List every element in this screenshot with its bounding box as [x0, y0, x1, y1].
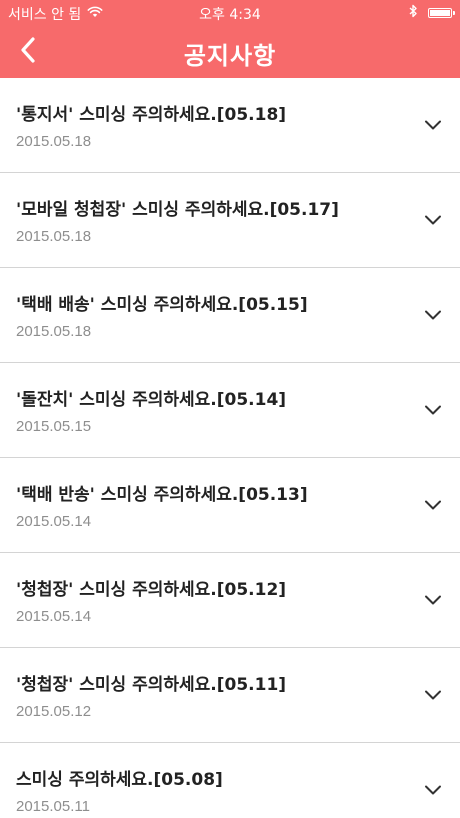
notice-item[interactable]: '청첩장' 스미싱 주의하세요.[05.12] 2015.05.14 [0, 553, 460, 648]
notice-item[interactable]: '택배 반송' 스미싱 주의하세요.[05.13] 2015.05.14 [0, 458, 460, 553]
page-title: 공지사항 [183, 42, 277, 70]
notice-item[interactable]: '통지서' 스미싱 주의하세요.[05.18] 2015.05.18 [0, 78, 460, 173]
battery-level [430, 10, 450, 16]
notice-date: 2015.05.18 [16, 323, 92, 340]
notice-title: '청첩장' 스미싱 주의하세요.[05.12] [16, 580, 287, 600]
notice-date: 2015.05.12 [16, 703, 92, 720]
chevron-down-icon[interactable] [424, 306, 442, 320]
app-header: 공지사항 [0, 26, 460, 78]
chevron-down-icon[interactable] [424, 591, 442, 605]
notice-date: 2015.05.14 [16, 513, 92, 530]
notice-date: 2015.05.15 [16, 418, 92, 435]
notice-title: '택배 반송' 스미싱 주의하세요.[05.13] [16, 485, 308, 505]
status-bar: 서비스 안 됨 오후 4:34 [0, 0, 460, 26]
chevron-down-icon[interactable] [424, 116, 442, 130]
chevron-down-icon[interactable] [424, 211, 442, 225]
chevron-down-icon[interactable] [424, 496, 442, 510]
chevron-down-icon[interactable] [424, 781, 442, 795]
notice-title: '돌잔치' 스미싱 주의하세요.[05.14] [16, 390, 287, 410]
notice-date: 2015.05.11 [16, 798, 90, 815]
notice-item[interactable]: '모바일 청첩장' 스미싱 주의하세요.[05.17] 2015.05.18 [0, 173, 460, 268]
notice-title: '통지서' 스미싱 주의하세요.[05.18] [16, 105, 287, 125]
notice-title: '모바일 청첩장' 스미싱 주의하세요.[05.17] [16, 200, 339, 220]
notice-item[interactable]: '돌잔치' 스미싱 주의하세요.[05.14] 2015.05.15 [0, 363, 460, 458]
notice-title: '청첩장' 스미싱 주의하세요.[05.11] [16, 675, 287, 695]
battery-icon [428, 8, 455, 18]
notice-screen: 서비스 안 됨 오후 4:34 공지사항 '통지서' 스미싱 주의하세요.[05… [0, 0, 460, 818]
notice-list: '통지서' 스미싱 주의하세요.[05.18] 2015.05.18 '모바일 … [0, 78, 460, 818]
notice-date: 2015.05.14 [16, 608, 92, 625]
bluetooth-icon [409, 4, 418, 22]
status-right [409, 4, 455, 22]
notice-date: 2015.05.18 [16, 133, 92, 150]
notice-item[interactable]: '청첩장' 스미싱 주의하세요.[05.11] 2015.05.12 [0, 648, 460, 743]
notice-date: 2015.05.18 [16, 228, 92, 245]
chevron-down-icon[interactable] [424, 686, 442, 700]
status-time: 오후 4:34 [199, 7, 261, 23]
chevron-down-icon[interactable] [424, 401, 442, 415]
notice-title: '택배 배송' 스미싱 주의하세요.[05.15] [16, 295, 308, 315]
notice-title: 스미싱 주의하세요.[05.08] [16, 770, 223, 790]
notice-item[interactable]: 스미싱 주의하세요.[05.08] 2015.05.11 [0, 743, 460, 818]
notice-item[interactable]: '택배 배송' 스미싱 주의하세요.[05.15] 2015.05.18 [0, 268, 460, 363]
